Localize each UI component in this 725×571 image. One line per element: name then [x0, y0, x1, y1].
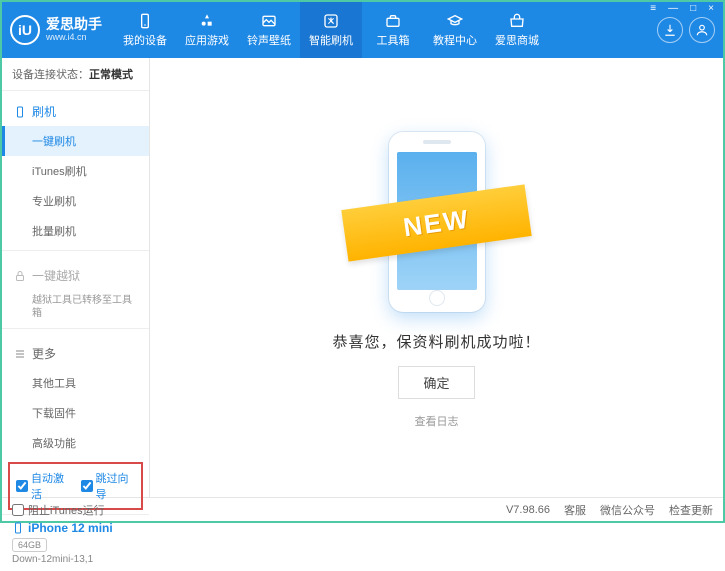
- success-message: 恭喜您，保资料刷机成功啦！: [332, 331, 540, 352]
- sidebar: 设备连接状态：正常模式 刷机 一键刷机 iTunes刷机 专业刷机 批量刷机 一…: [2, 58, 150, 497]
- flash-icon: [322, 12, 340, 30]
- lock-icon: [14, 270, 26, 282]
- section-flash[interactable]: 刷机: [2, 97, 149, 126]
- menu-icon: [14, 348, 26, 360]
- checkbox-auto-activate[interactable]: 自动激活: [16, 470, 71, 502]
- toolbox-icon: [384, 12, 402, 30]
- nav-store[interactable]: 爱思商城: [486, 2, 548, 58]
- nav-ringtones[interactable]: 铃声壁纸: [238, 2, 300, 58]
- sidebar-item-advanced[interactable]: 高级功能: [2, 428, 149, 458]
- checkbox-skip-guide[interactable]: 跳过向导: [81, 470, 136, 502]
- apps-icon: [198, 12, 216, 30]
- device-status: 设备连接状态：正常模式: [2, 58, 149, 91]
- section-jailbreak[interactable]: 一键越狱: [2, 261, 149, 290]
- logo-icon: iU: [10, 15, 40, 45]
- nav-my-device[interactable]: 我的设备: [114, 2, 176, 58]
- app-logo: iU 爱思助手 www.i4.cn: [10, 15, 102, 45]
- nav-tutorials[interactable]: 教程中心: [424, 2, 486, 58]
- sidebar-item-batch[interactable]: 批量刷机: [2, 216, 149, 246]
- device-icon: [12, 522, 24, 534]
- nav-flash[interactable]: 智能刷机: [300, 2, 362, 58]
- graduation-icon: [446, 12, 464, 30]
- sidebar-item-firmware[interactable]: 下载固件: [2, 398, 149, 428]
- success-illustration: NEW: [354, 127, 519, 317]
- main-content: NEW 恭喜您，保资料刷机成功啦！ 确定 查看日志: [150, 58, 723, 497]
- app-url: www.i4.cn: [46, 33, 102, 43]
- app-name: 爱思助手: [46, 17, 102, 32]
- footer-update[interactable]: 检查更新: [669, 502, 713, 518]
- maximize-button[interactable]: □: [687, 2, 699, 15]
- ok-button[interactable]: 确定: [398, 366, 474, 399]
- view-log-link[interactable]: 查看日志: [415, 413, 459, 429]
- download-icon[interactable]: [657, 17, 683, 43]
- device-model: Down-12mini-13,1: [12, 554, 139, 565]
- footer-wechat[interactable]: 微信公众号: [600, 502, 655, 518]
- sidebar-item-pro[interactable]: 专业刷机: [2, 186, 149, 216]
- nav-toolbox[interactable]: 工具箱: [362, 2, 424, 58]
- settings-icon[interactable]: ≡: [647, 2, 659, 15]
- footer-service[interactable]: 客服: [564, 502, 586, 518]
- nav-apps[interactable]: 应用游戏: [176, 2, 238, 58]
- sidebar-item-oneclick[interactable]: 一键刷机: [2, 126, 149, 156]
- close-button[interactable]: ×: [705, 2, 717, 15]
- phone-small-icon: [14, 106, 26, 118]
- app-header: iU 爱思助手 www.i4.cn 我的设备 应用游戏 铃声壁纸 智能刷机 工具…: [2, 2, 723, 58]
- wallpaper-icon: [260, 12, 278, 30]
- user-icon[interactable]: [689, 17, 715, 43]
- phone-icon: [136, 12, 154, 30]
- window-controls: ≡ — □ ×: [647, 0, 717, 17]
- minimize-button[interactable]: —: [665, 2, 681, 15]
- version-label: V7.98.66: [506, 504, 550, 516]
- sidebar-item-other[interactable]: 其他工具: [2, 368, 149, 398]
- sidebar-item-itunes[interactable]: iTunes刷机: [2, 156, 149, 186]
- jailbreak-note: 越狱工具已转移至工具箱: [2, 290, 149, 324]
- section-more[interactable]: 更多: [2, 339, 149, 368]
- storage-badge: 64GB: [12, 538, 47, 552]
- checkbox-block-itunes[interactable]: 阻止iTunes运行: [12, 502, 105, 518]
- store-icon: [508, 12, 526, 30]
- main-nav: 我的设备 应用游戏 铃声壁纸 智能刷机 工具箱 教程中心 爱思商城: [114, 2, 548, 58]
